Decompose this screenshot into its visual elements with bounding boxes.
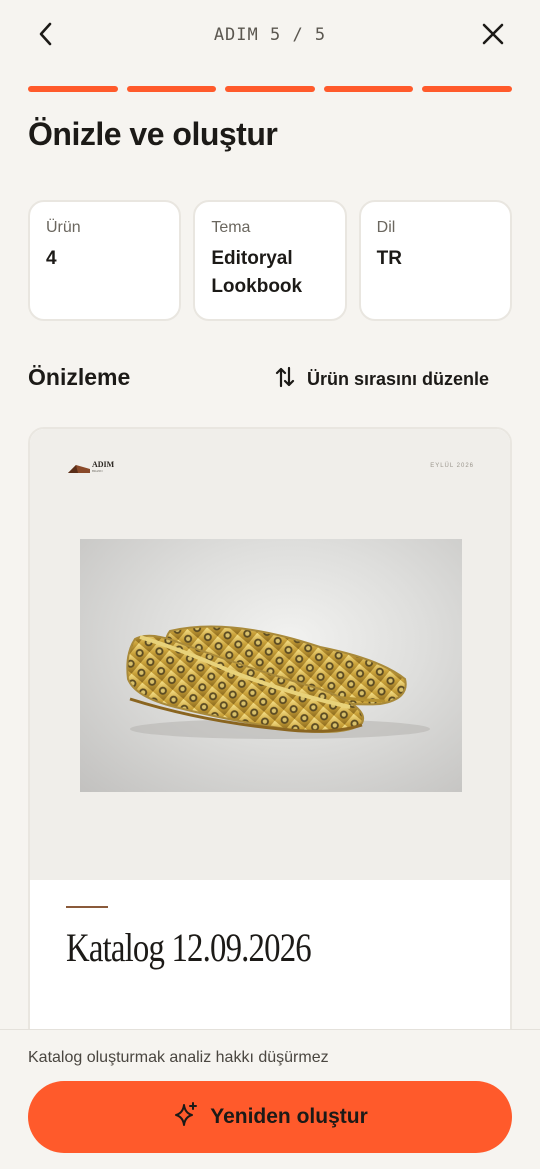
preview-page-footer: Katalog 12.09.2026 xyxy=(30,880,510,1045)
step-indicator: ADIM 5 / 5 xyxy=(213,25,327,45)
card-label: Tema xyxy=(211,219,251,236)
theme-card: Tema Editoryal Lookbook xyxy=(193,200,347,321)
product-count-card: Ürün 4 xyxy=(28,200,182,321)
summary-cards: Ürün 4 Tema Editoryal Lookbook Dil TR xyxy=(28,200,512,321)
bottom-action-bar: Katalog oluşturmak analiz hakkı düşürmez… xyxy=(0,1029,540,1169)
reorder-products-button[interactable]: Ürün sırasını düzenle xyxy=(275,366,489,393)
catalog-title: Katalog 12.09.2026 xyxy=(66,925,312,970)
page-title: Önizle ve oluştur xyxy=(28,116,278,152)
close-icon xyxy=(481,22,505,51)
language-card: Dil TR xyxy=(358,200,512,321)
step-progress-bar xyxy=(28,86,512,92)
brand-subtitle: BRAND xyxy=(92,469,103,473)
catalog-date: EYLÜL 2026 xyxy=(430,463,474,469)
preview-section-title: Önizleme xyxy=(28,364,131,390)
progress-segment xyxy=(126,86,217,92)
preview-cover: ADIM BRAND EYLÜL 2026 xyxy=(30,429,510,880)
reorder-label: Ürün sırasını düzenle xyxy=(306,369,489,389)
regenerate-button[interactable]: Yeniden oluştur xyxy=(28,1081,512,1153)
regenerate-button-label: Yeniden oluştur xyxy=(210,1105,368,1128)
catalog-preview[interactable]: ADIM BRAND EYLÜL 2026 Katalog 12.09.2026 xyxy=(28,427,512,1047)
card-label: Ürün xyxy=(46,219,81,236)
progress-segment xyxy=(323,86,414,92)
progress-segment xyxy=(422,86,512,92)
product-photo xyxy=(80,539,462,792)
brand-mark-icon xyxy=(68,465,90,473)
accent-divider xyxy=(66,906,108,908)
progress-segment xyxy=(28,86,118,92)
footer-note: Katalog oluşturmak analiz hakkı düşürmez xyxy=(28,1049,329,1066)
brand-logo: ADIM BRAND xyxy=(68,461,114,473)
progress-segment xyxy=(225,86,315,92)
card-value: TR xyxy=(376,248,402,269)
sparkle-icon xyxy=(172,1101,200,1134)
top-bar: ADIM 5 / 5 xyxy=(0,0,540,72)
card-value: Editoryal Lookbook xyxy=(211,248,303,297)
card-value: 4 xyxy=(46,248,57,269)
card-label: Dil xyxy=(376,219,396,236)
brand-name: ADIM xyxy=(92,460,115,469)
sort-arrows-icon xyxy=(275,366,295,393)
close-button[interactable] xyxy=(477,20,509,52)
